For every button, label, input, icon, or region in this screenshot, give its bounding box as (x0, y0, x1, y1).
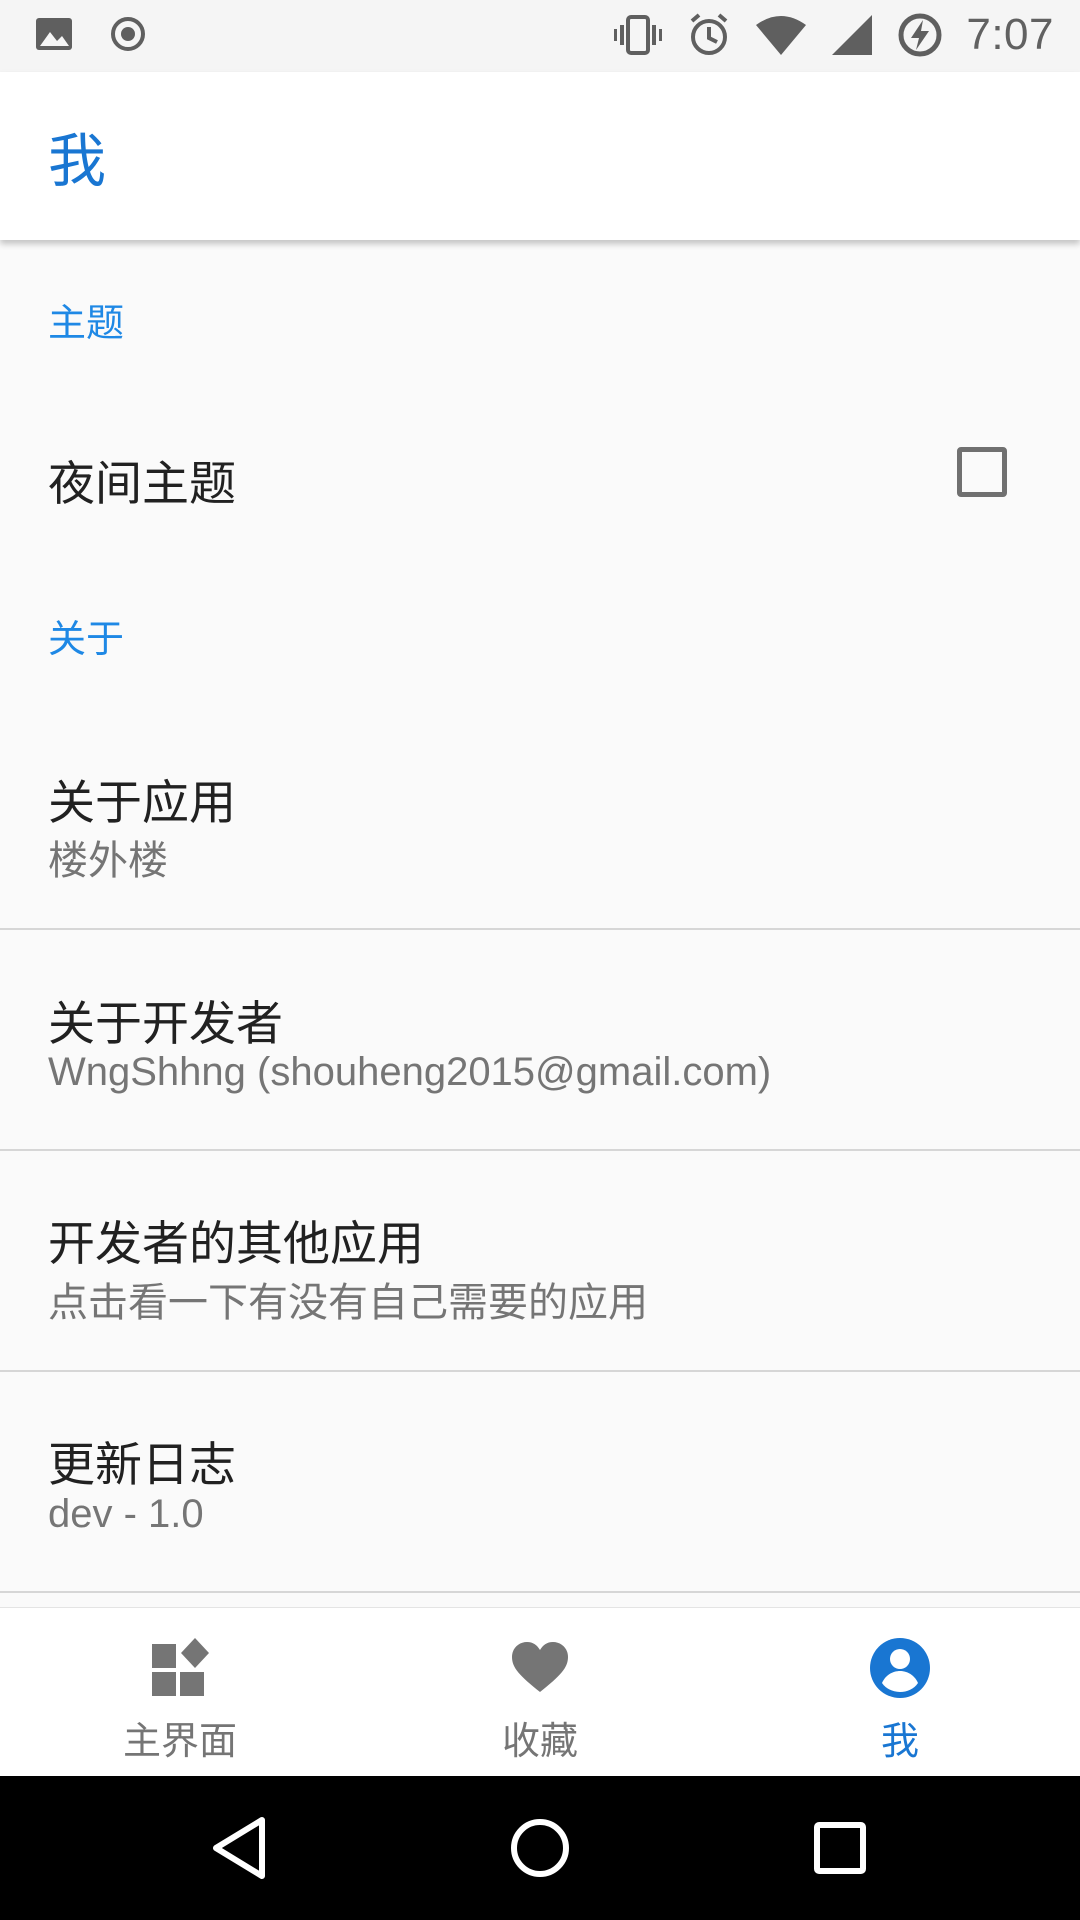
heart-icon (512, 1642, 568, 1692)
battery-charging-icon (898, 13, 942, 57)
vibrate-icon (614, 15, 663, 55)
status-bar: 7:07 (0, 0, 1080, 72)
about-app-summary: 楼外楼 (48, 839, 168, 883)
screen: 7:07 我 主题 夜间主题 关于 关于应用 楼外楼 关于开发者 WngShhn… (0, 0, 1080, 1920)
home-icon[interactable] (500, 1808, 580, 1888)
status-right: 7:07 (612, 10, 1054, 60)
developer-other-apps-summary: 点击看一下有没有自己需要的应用 (48, 1281, 648, 1325)
bottom-navigation: 主界面 收藏 我 (0, 1607, 1080, 1777)
nav-item-favorites[interactable]: 收藏 (360, 1608, 720, 1777)
changelog-title: 更新日志 (48, 1438, 236, 1493)
back-icon[interactable] (200, 1808, 280, 1888)
page-title: 我 (48, 127, 107, 195)
recents-icon[interactable] (800, 1808, 880, 1888)
status-time: 7:07 (966, 10, 1054, 59)
night-theme-title: 夜间主题 (48, 457, 236, 512)
nav-label-home: 主界面 (122, 1719, 237, 1763)
section-header-about: 关于 (48, 617, 125, 661)
cell-signal-icon (832, 15, 873, 55)
divider (0, 1591, 1080, 1593)
about-developer-summary: WngShhng (shouheng2015@gmail.com) (48, 1050, 772, 1094)
image-icon (36, 18, 72, 50)
app-bar: 我 (0, 72, 1080, 240)
account-circle-icon (870, 1638, 930, 1698)
wifi-icon (756, 16, 807, 55)
nav-item-me[interactable]: 我 (720, 1608, 1080, 1777)
nav-label-favorites: 收藏 (501, 1719, 578, 1763)
system-navigation-bar (0, 1776, 1080, 1920)
developer-other-apps-title: 开发者的其他应用 (48, 1217, 424, 1272)
about-app-title: 关于应用 (48, 776, 236, 831)
status-left (34, 14, 148, 54)
section-header-theme: 主题 (48, 301, 125, 345)
dashboard-icon (152, 1638, 209, 1696)
alarm-icon (691, 13, 728, 55)
record-icon (111, 17, 145, 51)
nav-item-home[interactable]: 主界面 (0, 1608, 360, 1777)
about-developer-title: 关于开发者 (48, 997, 283, 1052)
changelog-summary: dev - 1.0 (48, 1492, 204, 1536)
night-theme-checkbox[interactable] (957, 447, 1007, 497)
nav-label-me: 我 (880, 1719, 919, 1763)
